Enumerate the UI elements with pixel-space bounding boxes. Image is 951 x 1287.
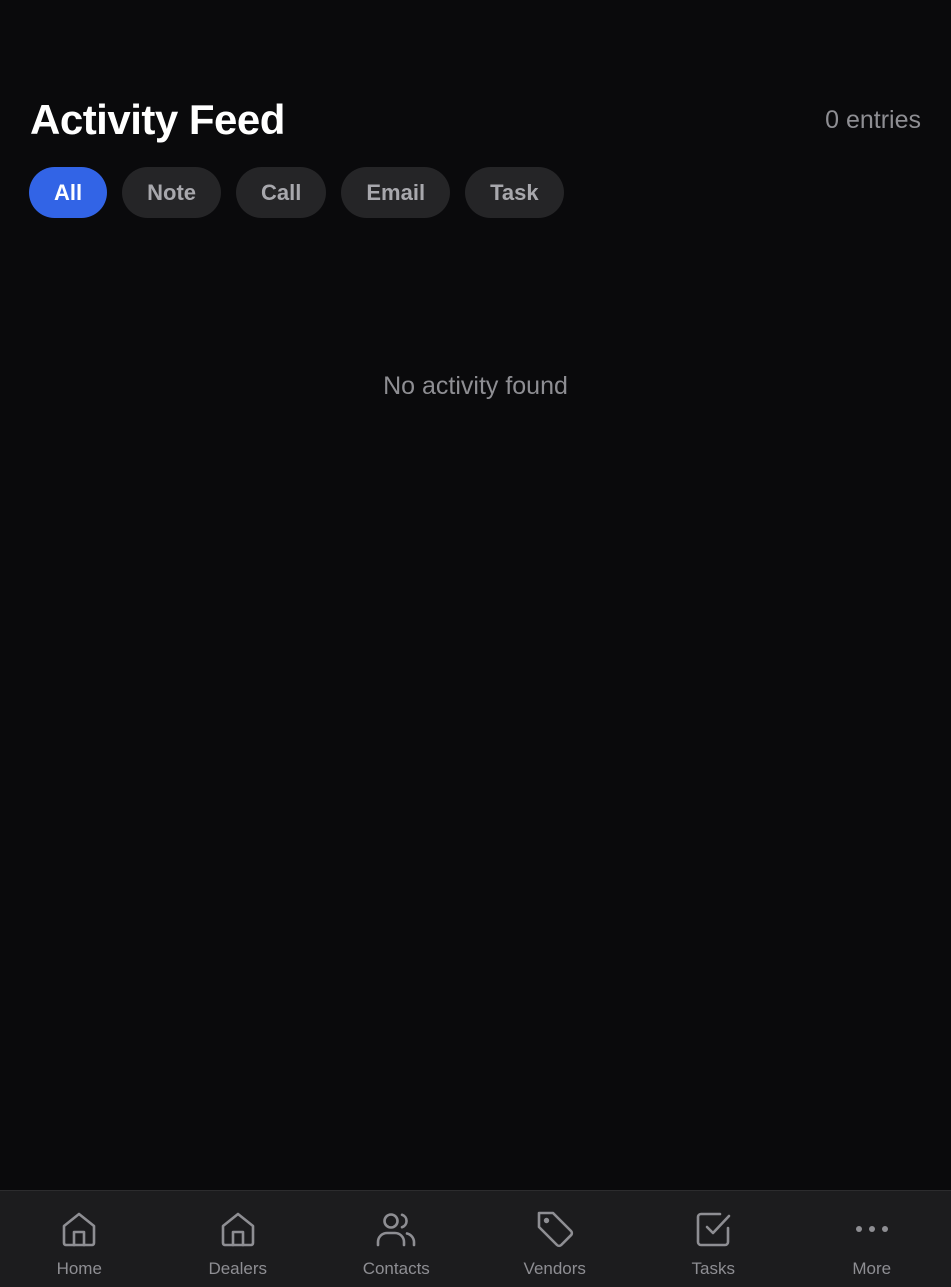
header: Activity Feed 0 entries bbox=[30, 92, 921, 148]
home-icon bbox=[62, 1212, 96, 1247]
tab-label-dealers: Dealers bbox=[208, 1259, 268, 1278]
tab-label-tasks: Tasks bbox=[691, 1259, 735, 1278]
tab-label-contacts: Contacts bbox=[362, 1259, 430, 1278]
tab-tasks[interactable]: Tasks bbox=[648, 1207, 778, 1279]
tab-bar: Home Dealers Contacts Vendors Tasks More bbox=[0, 1190, 951, 1287]
filter-chip-all[interactable]: All bbox=[29, 167, 108, 218]
filter-chip-email[interactable]: Email bbox=[341, 167, 451, 218]
filter-chip-task[interactable]: Task bbox=[465, 167, 564, 218]
filter-chips: All Note Call Email Task bbox=[29, 167, 564, 218]
dealers-home-icon bbox=[221, 1212, 255, 1247]
filter-chip-call[interactable]: Call bbox=[236, 167, 327, 218]
app-root: Activity Feed 0 entries All Note Call Em… bbox=[0, 0, 951, 1287]
tab-more[interactable]: More bbox=[807, 1207, 937, 1279]
tab-contacts[interactable]: Contacts bbox=[331, 1207, 461, 1279]
more-dots-icon bbox=[855, 1226, 888, 1232]
filter-chip-note[interactable]: Note bbox=[122, 167, 222, 218]
tab-label-vendors: Vendors bbox=[523, 1259, 586, 1278]
entry-count: 0 entries bbox=[825, 105, 921, 134]
users-icon bbox=[376, 1213, 416, 1247]
tab-label-more: More bbox=[852, 1259, 892, 1278]
empty-state-message: No activity found bbox=[383, 372, 568, 400]
tab-vendors[interactable]: Vendors bbox=[490, 1207, 620, 1279]
page-title: Activity Feed bbox=[30, 96, 285, 143]
tab-dealers[interactable]: Dealers bbox=[173, 1207, 303, 1279]
tab-label-home: Home bbox=[56, 1259, 102, 1278]
tab-home[interactable]: Home bbox=[14, 1207, 144, 1279]
tag-icon bbox=[537, 1211, 573, 1248]
check-square-icon bbox=[696, 1212, 731, 1247]
